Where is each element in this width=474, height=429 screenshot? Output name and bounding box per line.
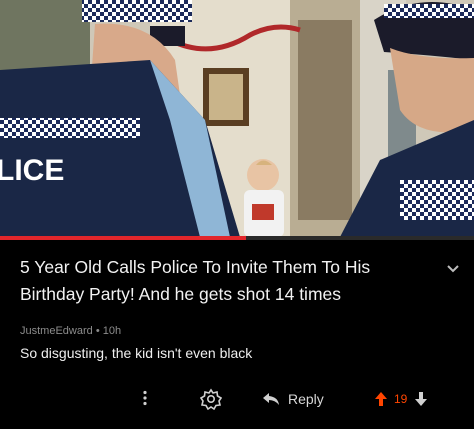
- post-video-thumbnail[interactable]: LICE: [0, 0, 474, 237]
- reply-label: Reply: [288, 391, 324, 407]
- vote-controls: 19: [374, 387, 428, 411]
- comment-action-bar: Reply 19: [0, 383, 474, 413]
- reply-button[interactable]: Reply: [262, 387, 324, 411]
- comment-age: 10h: [102, 325, 122, 337]
- vote-score: 19: [394, 392, 408, 406]
- police-scene-image: LICE: [0, 0, 474, 237]
- reply-arrow-icon: [263, 393, 279, 405]
- video-progress-fill: [0, 236, 247, 240]
- vest-text: LICE: [0, 154, 64, 187]
- downvote-arrow-icon[interactable]: [414, 391, 428, 407]
- meta-separator: •: [95, 325, 100, 337]
- comment-meta: JustmeEdward • 10h: [20, 325, 121, 337]
- upvote-arrow-icon[interactable]: [374, 391, 388, 407]
- award-icon[interactable]: [200, 388, 222, 410]
- post-title[interactable]: 5 Year Old Calls Police To Invite Them T…: [20, 254, 428, 308]
- comment-body: So disgusting, the kid isn't even black: [20, 345, 253, 361]
- chevron-down-icon[interactable]: [446, 264, 460, 274]
- video-progress-bar[interactable]: [0, 236, 474, 240]
- more-options-icon[interactable]: [142, 390, 148, 406]
- comment-author[interactable]: JustmeEdward: [20, 325, 93, 337]
